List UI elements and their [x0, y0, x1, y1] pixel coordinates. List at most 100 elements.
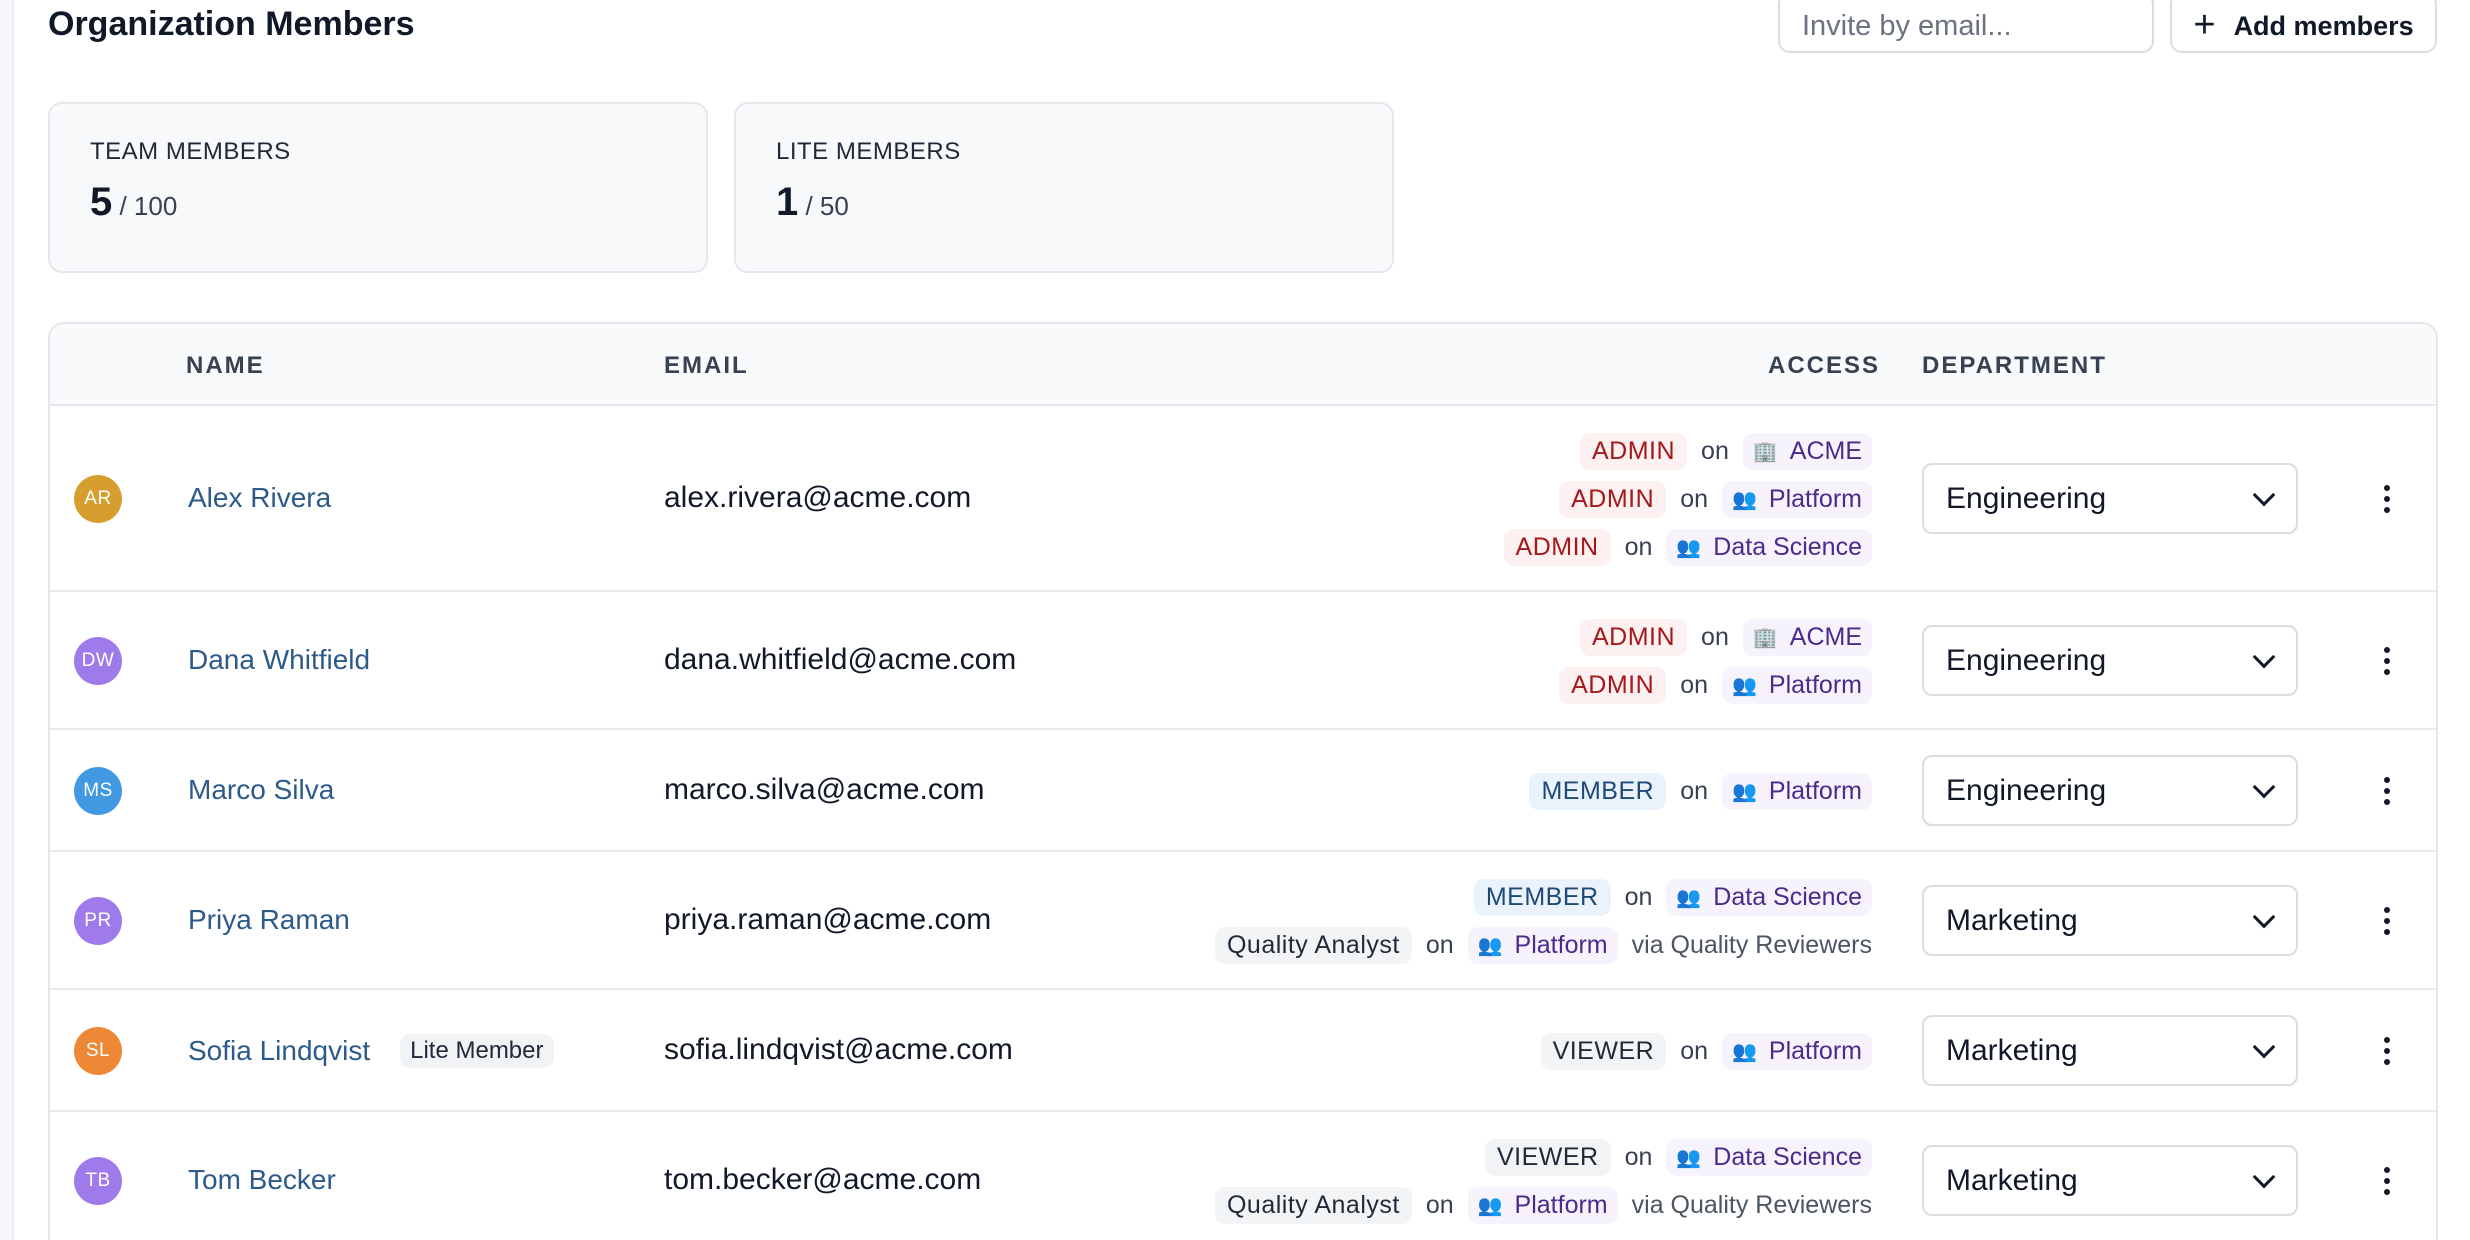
department-select[interactable]: Engineering [1922, 755, 2298, 826]
chevron-down-icon [2252, 1035, 2276, 1058]
department-value: Marketing [1946, 1033, 2078, 1067]
invite-email-input[interactable] [1778, 0, 2154, 53]
access-target-label: Platform [1768, 484, 1862, 513]
member-name-cell: Dana Whitfield [188, 644, 370, 676]
more-actions-icon[interactable] [2372, 479, 2402, 519]
kebab-dot [2384, 799, 2390, 805]
on-text: on [1425, 1190, 1454, 1219]
member-name-cell: Marco Silva [188, 774, 334, 806]
access-entry: ADMIN on 🏢 ACME [1579, 617, 1872, 657]
department-select[interactable]: Marketing [1922, 885, 2298, 956]
lite-members-card: LITE MEMBERS 1 / 50 [734, 102, 1394, 273]
kebab-dot [2384, 1059, 2390, 1065]
kebab-dot [2384, 1167, 2390, 1173]
member-name-link[interactable]: Tom Becker [188, 1164, 336, 1196]
access-target[interactable]: 👥 Platform [1722, 772, 1872, 810]
column-header-department: DEPARTMENT [1922, 352, 2107, 379]
kebab-dot [2384, 1189, 2390, 1195]
access-target[interactable]: 👥 Platform [1722, 480, 1872, 518]
access-list: VIEWER on 👥 Platform [1540, 1031, 1872, 1071]
avatar: SL [74, 1027, 122, 1075]
more-actions-icon[interactable] [2372, 901, 2402, 941]
access-target[interactable]: 👥 Platform [1467, 1186, 1618, 1224]
member-name-cell: Sofia Lindqvist Lite Member [188, 1034, 554, 1068]
chevron-down-icon [2252, 483, 2276, 506]
on-text: on [1680, 484, 1708, 513]
member-name-link[interactable]: Marco Silva [188, 774, 334, 806]
table-row: AR Alex Rivera alex.rivera@acme.com ADMIN on… [50, 406, 2436, 592]
team-icon: 👥 [1477, 1194, 1503, 1217]
on-text: on [1624, 532, 1653, 561]
department-value: Marketing [1946, 1163, 2078, 1197]
chevron-down-icon [2252, 645, 2276, 668]
lite-member-badge: Lite Member [400, 1034, 554, 1068]
kebab-dot [2384, 507, 2390, 513]
access-target[interactable]: 🏢 ACME [1742, 432, 1872, 470]
access-target-label: Platform [1768, 1036, 1862, 1065]
left-sidebar-edge [0, 0, 14, 1240]
kebab-dot [2384, 907, 2390, 913]
team-icon: 👥 [1477, 934, 1503, 957]
kebab-dot [2384, 647, 2390, 653]
kebab-dot [2384, 918, 2390, 924]
on-text: on [1680, 1036, 1708, 1065]
chevron-down-icon [2252, 1165, 2276, 1188]
access-target-label: Platform [1514, 930, 1608, 959]
on-text: on [1701, 436, 1729, 465]
access-target-label: Data Science [1713, 532, 1862, 561]
role-badge: MEMBER [1529, 772, 1667, 810]
access-target[interactable]: 👥 Platform [1467, 926, 1618, 964]
team-members-label: TEAM MEMBERS [90, 138, 291, 165]
member-name-link[interactable]: Alex Rivera [188, 482, 331, 514]
department-select[interactable]: Marketing [1922, 1015, 2298, 1086]
add-members-button[interactable]: + Add members [2170, 0, 2437, 53]
more-actions-icon[interactable] [2372, 1161, 2402, 1201]
access-target[interactable]: 👥 Data Science [1666, 528, 1872, 566]
team-icon: 👥 [1732, 1040, 1757, 1063]
more-actions-icon[interactable] [2372, 771, 2402, 811]
department-select[interactable]: Engineering [1922, 625, 2298, 696]
table-row: PR Priya Raman priya.raman@acme.com MEMBER o… [50, 852, 2436, 990]
department-value: Engineering [1946, 481, 2107, 515]
team-icon: 👥 [1732, 488, 1757, 511]
more-actions-icon[interactable] [2372, 641, 2402, 681]
team-icon: 👥 [1732, 780, 1757, 803]
column-header-email: EMAIL [664, 352, 749, 379]
table-header: NAME EMAIL ACCESS DEPARTMENT [50, 324, 2436, 406]
more-actions-icon[interactable] [2372, 1031, 2402, 1071]
department-select[interactable]: Engineering [1922, 463, 2298, 534]
access-target[interactable]: 👥 Platform [1722, 666, 1872, 704]
access-target[interactable]: 👥 Data Science [1666, 878, 1872, 916]
kebab-dot [2384, 1048, 2390, 1054]
organization-icon: 🏢 [1752, 626, 1778, 649]
kebab-dot [2384, 1178, 2390, 1184]
role-badge: ADMIN [1559, 480, 1667, 518]
member-email: alex.rivera@acme.com [664, 481, 972, 514]
on-text: on [1624, 1142, 1653, 1171]
member-email: priya.raman@acme.com [664, 903, 992, 936]
plus-icon: + [2193, 3, 2216, 46]
on-text: on [1425, 930, 1454, 959]
avatar: DW [74, 637, 122, 685]
via-group-text: via Quality Reviewers [1631, 1190, 1872, 1219]
member-email: dana.whitfield@acme.com [664, 643, 1017, 676]
access-target-label: ACME [1789, 622, 1862, 651]
team-members-limit: / 100 [119, 191, 178, 221]
member-name-link[interactable]: Dana Whitfield [188, 644, 370, 676]
access-entry: ADMIN on 👥 Platform [1559, 479, 1872, 519]
table-row: MS Marco Silva marco.silva@acme.com MEMBER o… [50, 730, 2436, 852]
access-target-label: Data Science [1713, 1142, 1862, 1171]
column-header-name: NAME [186, 352, 265, 379]
access-target[interactable]: 👥 Platform [1722, 1032, 1872, 1070]
avatar: PR [74, 897, 122, 945]
kebab-dot [2384, 929, 2390, 935]
access-entry: ADMIN on 👥 Data Science [1503, 527, 1872, 567]
via-group-text: via Quality Reviewers [1631, 930, 1872, 959]
access-target[interactable]: 👥 Data Science [1666, 1138, 1872, 1176]
department-select[interactable]: Marketing [1922, 1145, 2298, 1216]
access-target[interactable]: 🏢 ACME [1742, 618, 1872, 656]
department-value: Engineering [1946, 773, 2107, 807]
access-list: ADMIN on 🏢 ACME ADMIN on 👥 Platform ADMIN on 👥 Data… [1503, 431, 1872, 567]
member-name-link[interactable]: Priya Raman [188, 904, 350, 936]
member-name-link[interactable]: Sofia Lindqvist [188, 1035, 370, 1067]
